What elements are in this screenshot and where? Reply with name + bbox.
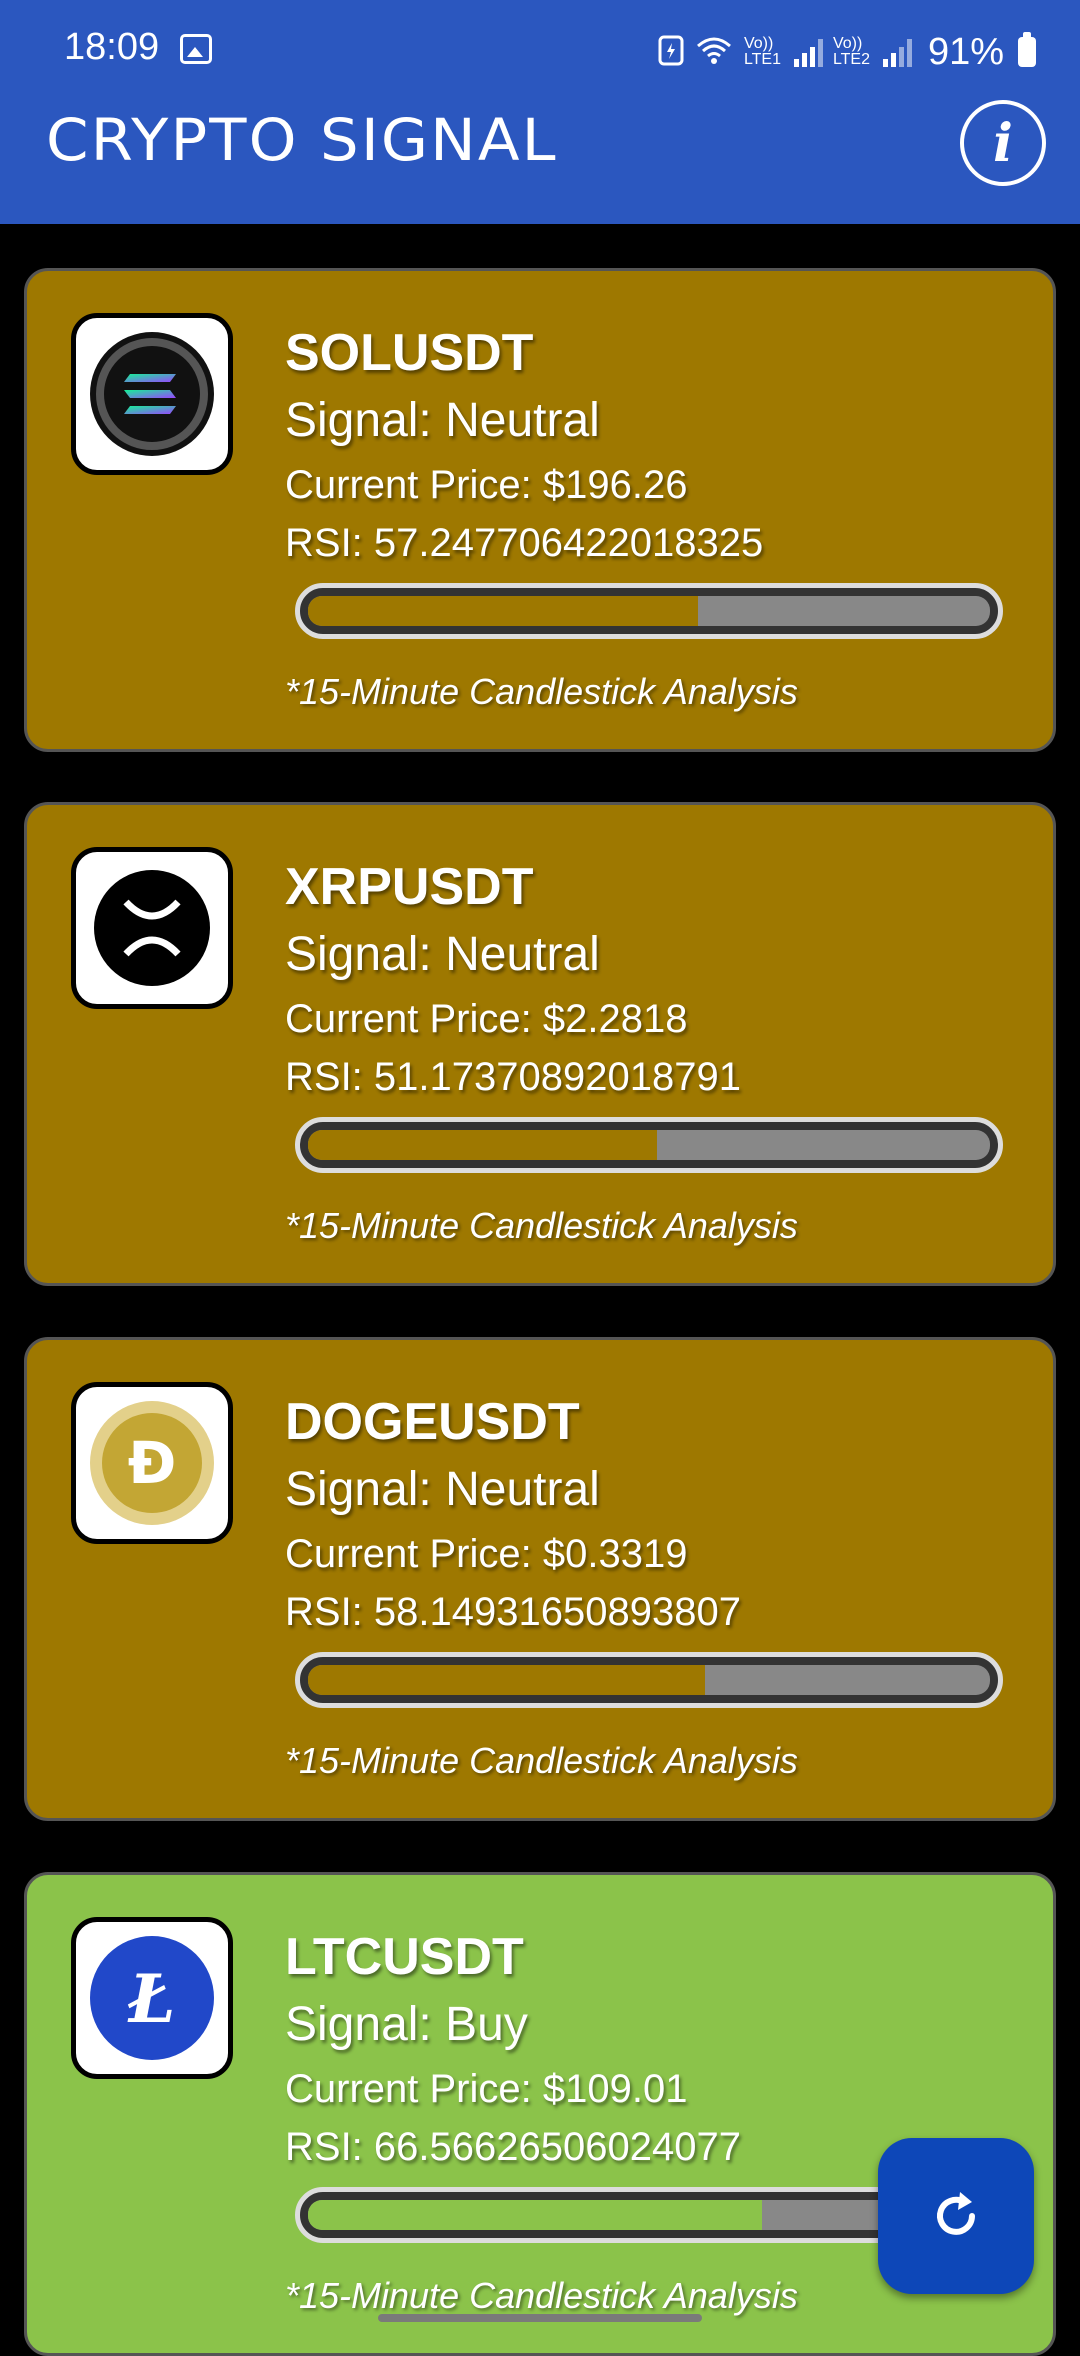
app-title: CRYPTO SIGNAL bbox=[46, 106, 558, 174]
coin-symbol: XRPUSDT bbox=[285, 858, 534, 916]
rsi-value: RSI: 57.247706422018325 bbox=[285, 521, 764, 565]
current-price: Current Price: $109.01 bbox=[285, 2067, 688, 2111]
rsi-value: RSI: 66.56626506024077 bbox=[285, 2125, 741, 2169]
signal-strength-2-icon bbox=[882, 37, 912, 67]
gallery-icon bbox=[180, 34, 212, 64]
current-price: Current Price: $0.3319 bbox=[285, 1532, 688, 1576]
status-bar: 18:09 Vo)) LTE1 Vo)) LTE2 91% bbox=[0, 0, 1080, 100]
analysis-note: *15-Minute Candlestick Analysis bbox=[285, 2275, 798, 2316]
svg-text:Ł: Ł bbox=[127, 1960, 176, 2038]
refresh-icon bbox=[937, 2192, 975, 2235]
battery-icon bbox=[1018, 32, 1036, 67]
rsi-progress-fill bbox=[308, 1665, 705, 1695]
rsi-progress-bar bbox=[295, 1117, 1003, 1173]
refresh-button[interactable] bbox=[878, 2138, 1034, 2294]
analysis-note: *15-Minute Candlestick Analysis bbox=[285, 1205, 798, 1246]
analysis-note: *15-Minute Candlestick Analysis bbox=[285, 671, 798, 712]
info-button[interactable]: i bbox=[960, 100, 1046, 186]
rsi-progress-fill bbox=[308, 596, 699, 626]
rsi-progress-bar bbox=[295, 583, 1003, 639]
rsi-progress-fill bbox=[308, 2200, 762, 2230]
solana-icon bbox=[71, 313, 233, 475]
battery-percent: 91% bbox=[927, 30, 1004, 73]
info-icon: i bbox=[993, 112, 1013, 174]
signal-text: Signal: Neutral bbox=[285, 394, 600, 447]
xrp-icon bbox=[71, 847, 233, 1009]
signal-text: Signal: Neutral bbox=[285, 1463, 600, 1516]
home-indicator[interactable] bbox=[378, 2314, 702, 2322]
rsi-value: RSI: 51.17370892018791 bbox=[285, 1055, 741, 1099]
status-time: 18:09 bbox=[64, 26, 160, 68]
litecoin-icon: Ł bbox=[71, 1917, 233, 2079]
signal-card[interactable]: SOLUSDT Signal: Neutral Current Price: $… bbox=[24, 268, 1056, 752]
coin-symbol: LTCUSDT bbox=[285, 1928, 524, 1986]
signal-text: Signal: Neutral bbox=[285, 928, 600, 981]
wifi-icon bbox=[694, 34, 734, 70]
rsi-progress-fill bbox=[308, 1130, 657, 1160]
app-bar: 18:09 Vo)) LTE1 Vo)) LTE2 91% CRYPTO SIG… bbox=[0, 0, 1080, 224]
signal-text: Signal: Buy bbox=[285, 1998, 528, 2051]
current-price: Current Price: $196.26 bbox=[285, 463, 688, 507]
rsi-progress-bar bbox=[295, 1652, 1003, 1708]
network-lte2-label: Vo)) LTE2 bbox=[832, 35, 870, 68]
dogecoin-icon: Đ bbox=[71, 1382, 233, 1544]
rsi-value: RSI: 58.14931650893807 bbox=[285, 1590, 741, 1634]
current-price: Current Price: $2.2818 bbox=[285, 997, 688, 1041]
signal-strength-1-icon bbox=[793, 37, 823, 67]
analysis-note: *15-Minute Candlestick Analysis bbox=[285, 1740, 798, 1781]
svg-text:Đ: Đ bbox=[128, 1429, 177, 1497]
signal-card[interactable]: XRPUSDT Signal: Neutral Current Price: $… bbox=[24, 802, 1056, 1286]
network-lte1-label: Vo)) LTE1 bbox=[743, 35, 781, 68]
coin-symbol: SOLUSDT bbox=[285, 324, 534, 382]
coin-symbol: DOGEUSDT bbox=[285, 1393, 580, 1451]
signal-card[interactable]: Đ DOGEUSDT Signal: Neutral Current Price… bbox=[24, 1337, 1056, 1821]
battery-saver-icon bbox=[658, 34, 684, 70]
